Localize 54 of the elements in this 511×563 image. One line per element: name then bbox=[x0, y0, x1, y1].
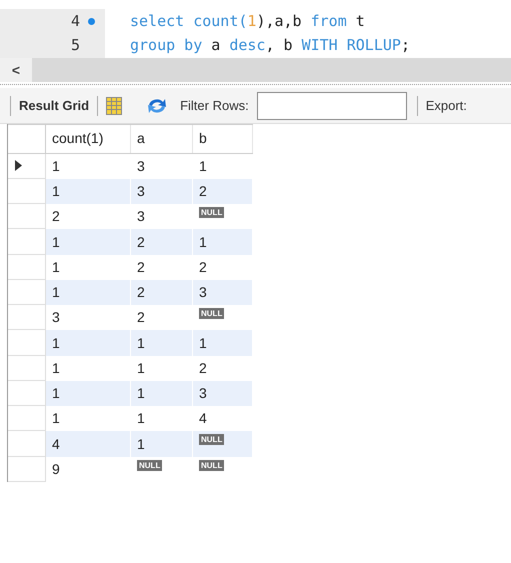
result-grid-tab[interactable]: Result Grid bbox=[19, 96, 90, 116]
table-cell-text: 1 bbox=[52, 358, 60, 378]
null-badge: NULL bbox=[199, 207, 224, 218]
table-cell-text: 3 bbox=[137, 182, 145, 202]
table-cell-text: 1 bbox=[137, 434, 145, 454]
table-cell-text: 1 bbox=[137, 334, 145, 353]
table-cell-text: 1 bbox=[52, 232, 60, 252]
filter-rows-field[interactable] bbox=[256, 92, 407, 120]
table-cell-text: 3 bbox=[199, 384, 207, 404]
table-cell-text: 1 bbox=[137, 384, 145, 404]
code-line: select count(1),a,b from t bbox=[130, 10, 366, 32]
table-cell-text: 9 bbox=[52, 460, 60, 479]
table-cell-text: 3 bbox=[137, 156, 145, 176]
table-cell-text: 2 bbox=[199, 258, 207, 277]
column-header[interactable]: b bbox=[193, 125, 253, 153]
columns-grid-icon[interactable] bbox=[106, 96, 122, 114]
scroll-left-button[interactable]: < bbox=[0, 58, 32, 82]
table-cell-text: 1 bbox=[52, 156, 60, 176]
table-cell-text: 2 bbox=[137, 283, 145, 302]
table-cell-text: 2 bbox=[199, 358, 207, 378]
table-cell-text: 2 bbox=[199, 182, 207, 202]
code-line: group by a desc, b WITH ROLLUP; bbox=[130, 34, 410, 56]
table-cell-text: 4 bbox=[52, 434, 60, 454]
table-cell-text: 1 bbox=[52, 409, 60, 428]
column-header[interactable]: count(1) bbox=[46, 125, 131, 153]
table-cell-text: 3 bbox=[199, 283, 207, 302]
table-cell-text: 2 bbox=[137, 258, 145, 277]
table-cell-text: 1 bbox=[52, 283, 60, 302]
table-cell-text: 1 bbox=[199, 156, 207, 176]
null-badge: NULL bbox=[199, 308, 224, 320]
null-badge: NULL bbox=[137, 460, 162, 471]
table-cell-text: 1 bbox=[137, 409, 145, 428]
table-cell-text: 3 bbox=[137, 207, 145, 226]
table-cell-text: 4 bbox=[199, 409, 207, 428]
table-cell-text: 1 bbox=[199, 334, 207, 353]
current-row-icon bbox=[15, 160, 22, 172]
null-badge: NULL bbox=[199, 460, 224, 471]
table-cell-text: 1 bbox=[137, 358, 145, 378]
column-header[interactable]: a bbox=[131, 125, 193, 153]
table-cell-text: 1 bbox=[52, 258, 60, 277]
table-cell-text: 2 bbox=[137, 232, 145, 252]
table-cell-text: 1 bbox=[52, 334, 60, 353]
table-cell-text: 1 bbox=[199, 232, 207, 252]
table-cell-text: 1 bbox=[52, 182, 60, 202]
line-number: 5 bbox=[70, 34, 80, 56]
filter-rows-label: Filter Rows: bbox=[180, 96, 249, 115]
line-number: 4 bbox=[70, 10, 80, 32]
null-badge: NULL bbox=[199, 434, 224, 446]
table-cell-text: 1 bbox=[52, 384, 60, 404]
table-cell-text: 3 bbox=[52, 308, 60, 328]
table-cell-text: 2 bbox=[137, 308, 145, 328]
table-cell-text: 2 bbox=[52, 207, 60, 226]
horizontal-scrollbar[interactable]: < bbox=[0, 58, 511, 82]
export-label[interactable]: Export: bbox=[426, 96, 467, 116]
